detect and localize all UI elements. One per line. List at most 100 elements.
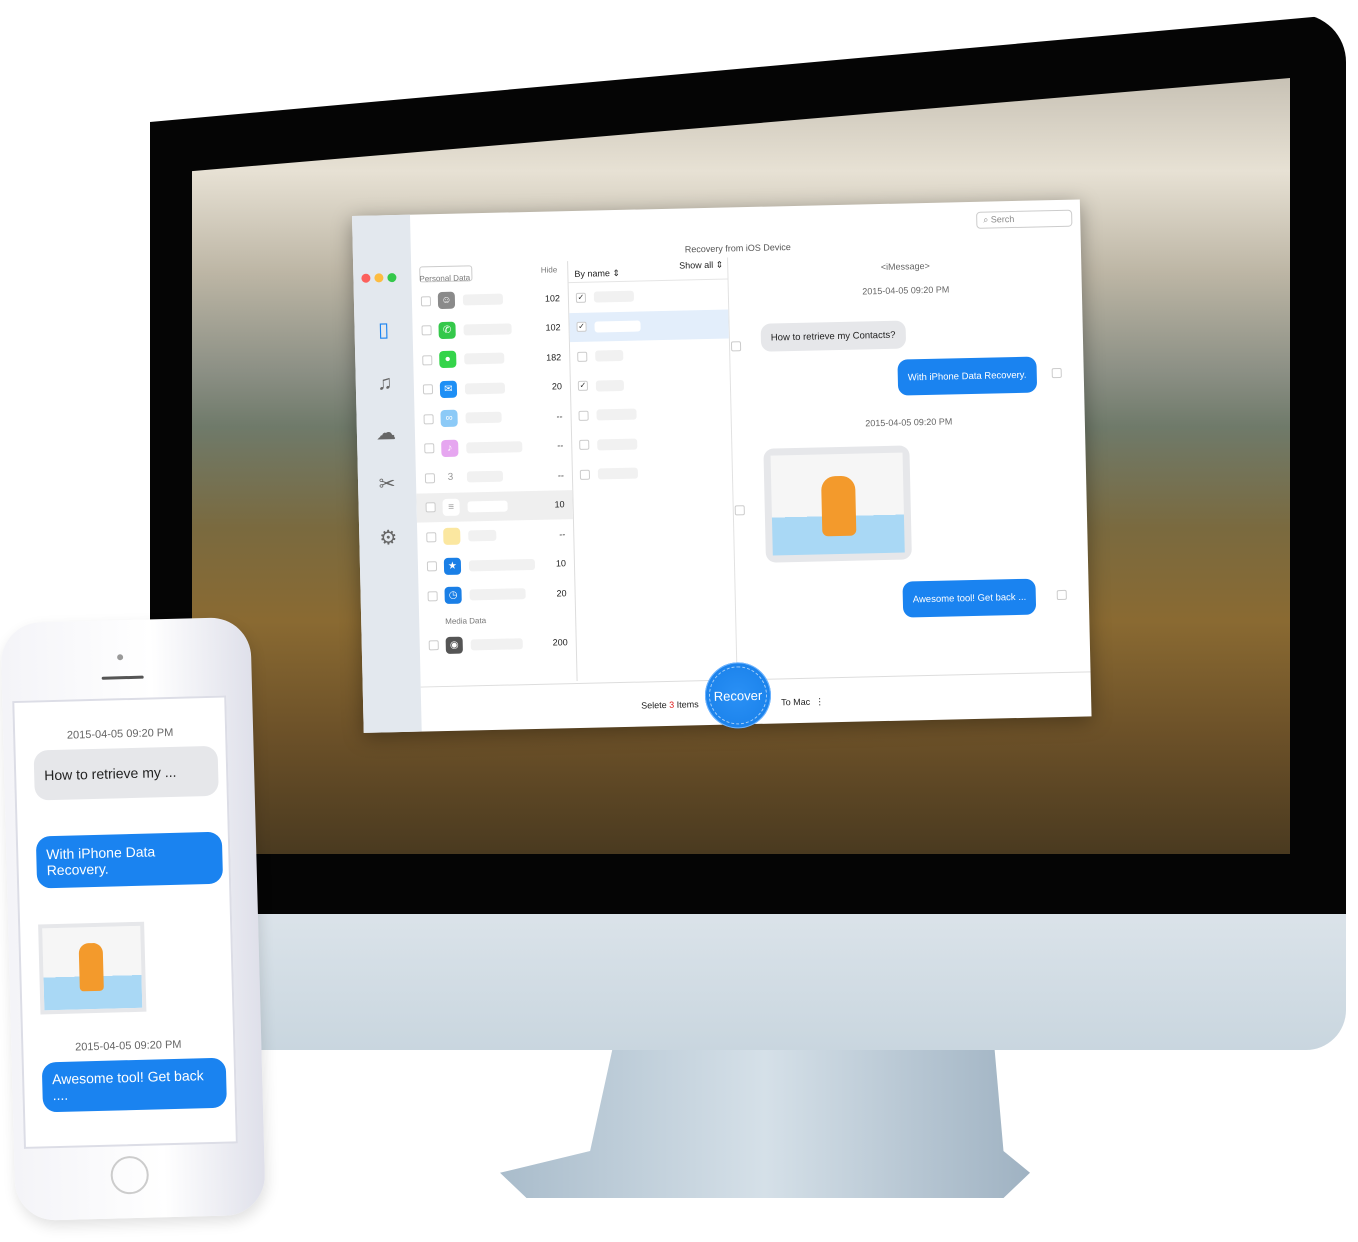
item-row[interactable]: ✓ [571,368,731,401]
timestamp: 2015-04-05 09:20 PM [66,726,174,742]
name-placeholder [466,440,523,454]
item-count: -- [557,440,564,451]
messages-icon: ● [439,350,457,369]
item-row[interactable] [570,338,730,371]
name-placeholder [470,637,523,651]
message-checkbox[interactable] [1051,367,1062,379]
row-checkbox[interactable] [422,354,433,366]
recover-label: Recover [708,665,768,726]
message-bubble-sent: Awesome tool! Get back .... [41,1057,227,1113]
category-row[interactable]: ☺ 102 [412,283,569,316]
item-checkbox[interactable] [579,469,591,480]
item-placeholder [597,467,639,480]
category-row[interactable]: ∞ -- [414,401,571,434]
category-row[interactable]: ● 182 [413,342,570,375]
item-count: 20 [556,587,567,599]
category-row[interactable]: ◷ 20 [418,578,575,611]
item-row[interactable] [573,456,733,489]
category-row[interactable]: 3 -- [416,460,573,493]
sort-dropdown[interactable]: By name ⇕ [574,268,620,280]
message-bubble-received: How to retrieve my Contacts? [760,320,906,352]
message-bubble-sent: With iPhone Data Recovery. [35,831,224,889]
item-list: By name ⇕ Show all ⇕ ✓ ✓ ✓ [568,257,738,682]
item-checkbox[interactable]: ✓ [576,321,587,333]
row-checkbox[interactable] [423,413,434,425]
item-placeholder [597,438,638,451]
sort-label: By name [574,268,611,279]
category-row[interactable]: ≡ 10 [416,489,573,523]
item-row[interactable]: ✓ [569,279,729,312]
section-personal-data: Personal Data [419,273,471,284]
row-checkbox[interactable] [426,561,438,572]
reminders-icon: ≡ [442,498,460,516]
timestamp: 2015-04-05 09:20 PM [865,416,953,429]
item-placeholder [595,350,624,362]
category-row[interactable]: ★ 10 [418,549,575,582]
destination-label: To Mac [781,696,811,708]
iphone: 2015-04-05 09:20 PM How to retrieve my .… [0,616,266,1222]
row-checkbox[interactable] [421,325,432,336]
home-button[interactable] [110,1155,150,1195]
name-placeholder [466,470,504,483]
category-row[interactable]: ◉ 200 [419,628,576,661]
message-checkbox[interactable] [734,505,745,516]
music-icon[interactable]: ♫ [374,372,397,398]
cat-figure [78,942,104,992]
message-checkbox[interactable] [1056,589,1067,601]
item-checkbox[interactable] [578,410,589,421]
item-count: 102 [544,293,561,304]
imac-stand [500,1030,1030,1198]
item-row[interactable]: ✓ [569,308,729,343]
item-row[interactable] [571,397,731,430]
category-row[interactable]: -- [417,519,574,552]
search-input[interactable]: ⌕ Serch [976,209,1073,229]
chat-header: <iMessage> [880,260,930,273]
row-checkbox[interactable] [427,590,438,602]
phone-screen: 2015-04-05 09:20 PM How to retrieve my .… [12,695,238,1149]
name-placeholder [465,411,502,424]
item-checkbox[interactable] [577,351,588,362]
item-row[interactable] [572,427,732,460]
message-bubble-sent: Awesome tool! Get back ... [902,578,1037,618]
row-checkbox[interactable] [420,295,432,307]
category-row[interactable]: ✉ 20 [414,372,571,405]
message-checkbox[interactable] [730,341,742,352]
category-row[interactable]: ♪ -- [415,431,572,464]
minimize-button[interactable] [374,273,384,283]
filter-label: Show all [679,259,714,271]
row-checkbox[interactable] [426,531,437,543]
cat-image [770,452,905,556]
hide-button[interactable]: Hide [541,265,558,274]
item-checkbox[interactable]: ✓ [575,292,587,303]
filter-dropdown[interactable]: Show all ⇕ [679,260,723,272]
row-checkbox[interactable] [424,472,436,484]
search-placeholder: Serch [990,213,1015,225]
voicemail-icon: ∞ [440,409,458,428]
tools-icon[interactable]: ✂ [376,471,399,497]
name-placeholder [469,588,526,601]
item-checkbox[interactable] [579,439,590,451]
item-checkbox[interactable]: ✓ [577,380,589,392]
row-checkbox[interactable] [428,640,439,651]
gear-icon[interactable]: ⚙ [377,525,400,551]
item-placeholder [595,379,625,392]
destination-dropdown[interactable]: To Mac ⋮ [781,696,824,708]
close-button[interactable] [361,273,371,283]
name-placeholder [467,500,508,513]
category-row[interactable]: ✆ 102 [412,313,569,346]
row-checkbox[interactable] [422,384,434,395]
app-window: ▯ ♫ ☁ ✂ ⚙ Recovery from iOS Device ⌕ Ser… [352,199,1092,733]
item-placeholder [593,290,635,303]
files-icon: ★ [443,557,462,575]
zoom-button[interactable] [387,273,397,283]
name-placeholder [464,382,506,395]
item-count: 200 [552,637,568,648]
iphone-icon[interactable]: ▯ [372,317,395,343]
row-checkbox[interactable] [424,443,435,454]
phone-icon: ✆ [438,321,456,339]
name-placeholder [464,352,505,365]
name-placeholder [462,293,504,306]
row-checkbox[interactable] [425,502,436,513]
cloud-icon[interactable]: ☁ [375,420,398,446]
image-message[interactable] [763,445,912,563]
